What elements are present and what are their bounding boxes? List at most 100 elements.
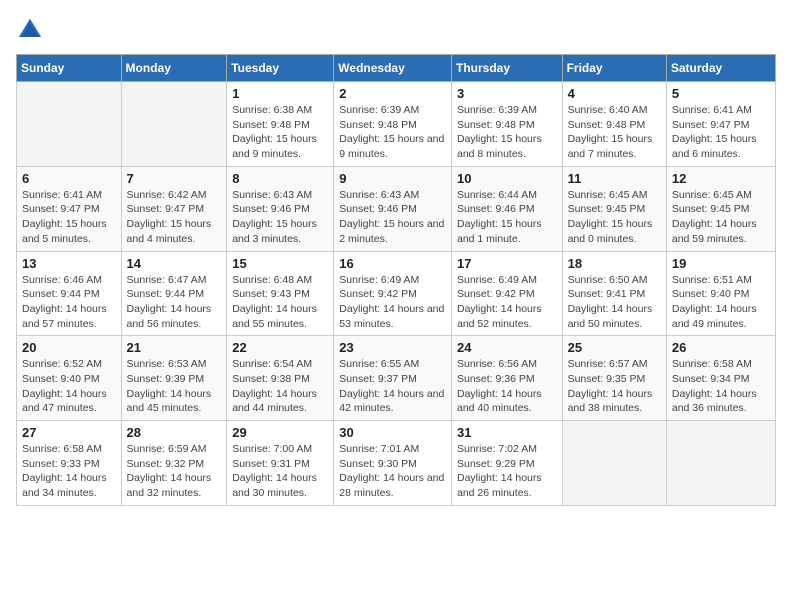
day-info: Sunrise: 6:54 AM Sunset: 9:38 PM Dayligh… (232, 357, 328, 416)
calendar-week-2: 6 Sunrise: 6:41 AM Sunset: 9:47 PM Daylig… (17, 166, 776, 251)
weekday-monday: Monday (121, 55, 227, 82)
calendar-cell-w3-d1: 13Sunrise: 6:46 AM Sunset: 9:44 PM Dayli… (17, 251, 122, 336)
calendar-header: SundayMondayTuesdayWednesdayThursdayFrid… (17, 55, 776, 82)
day-info: Sunrise: 6:47 AM Sunset: 9:44 PM Dayligh… (127, 273, 222, 332)
weekday-wednesday: Wednesday (334, 55, 452, 82)
day-info: Sunrise: 6:57 AM Sunset: 9:35 PM Dayligh… (568, 357, 661, 416)
day-number: 2 (339, 86, 446, 101)
calendar-cell-w1-d5: 3 Sunrise: 6:39 AM Sunset: 9:48 PM Daylig… (451, 82, 562, 167)
day-info: Sunrise: 6:40 AM Sunset: 9:48 PM Dayligh… (568, 103, 661, 162)
weekday-thursday: Thursday (451, 55, 562, 82)
day-info: Sunrise: 6:38 AM Sunset: 9:48 PM Dayligh… (232, 103, 328, 162)
calendar-cell-w4-d5: 24Sunrise: 6:56 AM Sunset: 9:36 PM Dayli… (451, 336, 562, 421)
day-info: Sunrise: 6:53 AM Sunset: 9:39 PM Dayligh… (127, 357, 222, 416)
calendar-week-4: 20 Sunrise: 6:52 AM Sunset: 9:40 PM Dayli… (17, 336, 776, 421)
logo (16, 16, 48, 44)
day-info: Sunrise: 6:49 AM Sunset: 9:42 PM Dayligh… (457, 273, 557, 332)
day-number: 18 (568, 256, 661, 271)
day-info: Sunrise: 6:45 AM Sunset: 9:45 PM Dayligh… (672, 188, 770, 247)
calendar-cell-w4-d4: 23 Sunrise: 6:55 AM Sunset: 9:37 PM Dayli… (334, 336, 452, 421)
day-number: 22 (232, 340, 328, 355)
day-number: 25 (568, 340, 661, 355)
calendar-cell-w5-d3: 29 Sunrise: 7:00 AM Sunset: 9:31 PM Dayli… (227, 421, 334, 506)
day-number: 7 (127, 171, 222, 186)
calendar-cell-w3-d2: 14 Sunrise: 6:47 AM Sunset: 9:44 PM Dayli… (121, 251, 227, 336)
day-number: 29 (232, 425, 328, 440)
calendar-cell-w1-d4: 2 Sunrise: 6:39 AM Sunset: 9:48 PM Daylig… (334, 82, 452, 167)
calendar-cell-w1-d2 (121, 82, 227, 167)
day-number: 6 (22, 171, 116, 186)
day-info: Sunrise: 6:56 AM Sunset: 9:36 PM Dayligh… (457, 357, 557, 416)
calendar-cell-w5-d4: 30 Sunrise: 7:01 AM Sunset: 9:30 PM Dayli… (334, 421, 452, 506)
day-info: Sunrise: 6:52 AM Sunset: 9:40 PM Dayligh… (22, 357, 116, 416)
day-number: 11 (568, 171, 661, 186)
calendar-cell-w3-d7: 19 Sunrise: 6:51 AM Sunset: 9:40 PM Dayli… (666, 251, 775, 336)
calendar-body: 1Sunrise: 6:38 AM Sunset: 9:48 PM Daylig… (17, 82, 776, 506)
calendar-cell-w2-d6: 11Sunrise: 6:45 AM Sunset: 9:45 PM Dayli… (562, 166, 666, 251)
calendar-cell-w3-d3: 15Sunrise: 6:48 AM Sunset: 9:43 PM Dayli… (227, 251, 334, 336)
calendar-cell-w5-d2: 28 Sunrise: 6:59 AM Sunset: 9:32 PM Dayli… (121, 421, 227, 506)
day-info: Sunrise: 6:42 AM Sunset: 9:47 PM Dayligh… (127, 188, 222, 247)
calendar-cell-w5-d1: 27Sunrise: 6:58 AM Sunset: 9:33 PM Dayli… (17, 421, 122, 506)
calendar-cell-w5-d6 (562, 421, 666, 506)
day-info: Sunrise: 6:49 AM Sunset: 9:42 PM Dayligh… (339, 273, 446, 332)
day-info: Sunrise: 6:59 AM Sunset: 9:32 PM Dayligh… (127, 442, 222, 501)
day-info: Sunrise: 7:02 AM Sunset: 9:29 PM Dayligh… (457, 442, 557, 501)
day-info: Sunrise: 6:41 AM Sunset: 9:47 PM Dayligh… (672, 103, 770, 162)
calendar-week-5: 27Sunrise: 6:58 AM Sunset: 9:33 PM Dayli… (17, 421, 776, 506)
day-number: 8 (232, 171, 328, 186)
day-number: 12 (672, 171, 770, 186)
calendar-cell-w1-d3: 1Sunrise: 6:38 AM Sunset: 9:48 PM Daylig… (227, 82, 334, 167)
calendar-cell-w5-d5: 31 Sunrise: 7:02 AM Sunset: 9:29 PM Dayli… (451, 421, 562, 506)
day-info: Sunrise: 6:39 AM Sunset: 9:48 PM Dayligh… (339, 103, 446, 162)
weekday-saturday: Saturday (666, 55, 775, 82)
day-info: Sunrise: 6:41 AM Sunset: 9:47 PM Dayligh… (22, 188, 116, 247)
day-number: 30 (339, 425, 446, 440)
calendar-cell-w4-d3: 22 Sunrise: 6:54 AM Sunset: 9:38 PM Dayli… (227, 336, 334, 421)
calendar-cell-w2-d1: 6 Sunrise: 6:41 AM Sunset: 9:47 PM Daylig… (17, 166, 122, 251)
day-info: Sunrise: 6:46 AM Sunset: 9:44 PM Dayligh… (22, 273, 116, 332)
page-header (16, 16, 776, 44)
calendar-cell-w2-d4: 9Sunrise: 6:43 AM Sunset: 9:46 PM Daylig… (334, 166, 452, 251)
day-number: 15 (232, 256, 328, 271)
day-number: 14 (127, 256, 222, 271)
day-number: 3 (457, 86, 557, 101)
calendar-cell-w4-d6: 25 Sunrise: 6:57 AM Sunset: 9:35 PM Dayli… (562, 336, 666, 421)
day-number: 23 (339, 340, 446, 355)
calendar-cell-w2-d2: 7 Sunrise: 6:42 AM Sunset: 9:47 PM Daylig… (121, 166, 227, 251)
calendar-cell-w4-d7: 26 Sunrise: 6:58 AM Sunset: 9:34 PM Dayli… (666, 336, 775, 421)
weekday-sunday: Sunday (17, 55, 122, 82)
day-number: 16 (339, 256, 446, 271)
day-number: 10 (457, 171, 557, 186)
day-number: 26 (672, 340, 770, 355)
calendar-cell-w1-d6: 4 Sunrise: 6:40 AM Sunset: 9:48 PM Daylig… (562, 82, 666, 167)
day-number: 19 (672, 256, 770, 271)
calendar-table: SundayMondayTuesdayWednesdayThursdayFrid… (16, 54, 776, 506)
day-number: 20 (22, 340, 116, 355)
day-number: 21 (127, 340, 222, 355)
day-info: Sunrise: 6:43 AM Sunset: 9:46 PM Dayligh… (232, 188, 328, 247)
weekday-tuesday: Tuesday (227, 55, 334, 82)
calendar-cell-w4-d1: 20 Sunrise: 6:52 AM Sunset: 9:40 PM Dayli… (17, 336, 122, 421)
day-info: Sunrise: 7:00 AM Sunset: 9:31 PM Dayligh… (232, 442, 328, 501)
day-number: 28 (127, 425, 222, 440)
day-number: 17 (457, 256, 557, 271)
day-number: 31 (457, 425, 557, 440)
calendar-cell-w2-d7: 12 Sunrise: 6:45 AM Sunset: 9:45 PM Dayli… (666, 166, 775, 251)
calendar-cell-w5-d7 (666, 421, 775, 506)
day-info: Sunrise: 6:51 AM Sunset: 9:40 PM Dayligh… (672, 273, 770, 332)
day-info: Sunrise: 6:58 AM Sunset: 9:34 PM Dayligh… (672, 357, 770, 416)
day-number: 4 (568, 86, 661, 101)
calendar-cell-w3-d4: 16 Sunrise: 6:49 AM Sunset: 9:42 PM Dayli… (334, 251, 452, 336)
logo-icon (16, 16, 44, 44)
day-info: Sunrise: 6:55 AM Sunset: 9:37 PM Dayligh… (339, 357, 446, 416)
calendar-cell-w2-d5: 10 Sunrise: 6:44 AM Sunset: 9:46 PM Dayli… (451, 166, 562, 251)
day-info: Sunrise: 6:58 AM Sunset: 9:33 PM Dayligh… (22, 442, 116, 501)
calendar-week-3: 13Sunrise: 6:46 AM Sunset: 9:44 PM Dayli… (17, 251, 776, 336)
day-info: Sunrise: 7:01 AM Sunset: 9:30 PM Dayligh… (339, 442, 446, 501)
day-info: Sunrise: 6:43 AM Sunset: 9:46 PM Dayligh… (339, 188, 446, 247)
day-info: Sunrise: 6:39 AM Sunset: 9:48 PM Dayligh… (457, 103, 557, 162)
calendar-cell-w2-d3: 8 Sunrise: 6:43 AM Sunset: 9:46 PM Daylig… (227, 166, 334, 251)
day-info: Sunrise: 6:44 AM Sunset: 9:46 PM Dayligh… (457, 188, 557, 247)
calendar-cell-w3-d6: 18Sunrise: 6:50 AM Sunset: 9:41 PM Dayli… (562, 251, 666, 336)
